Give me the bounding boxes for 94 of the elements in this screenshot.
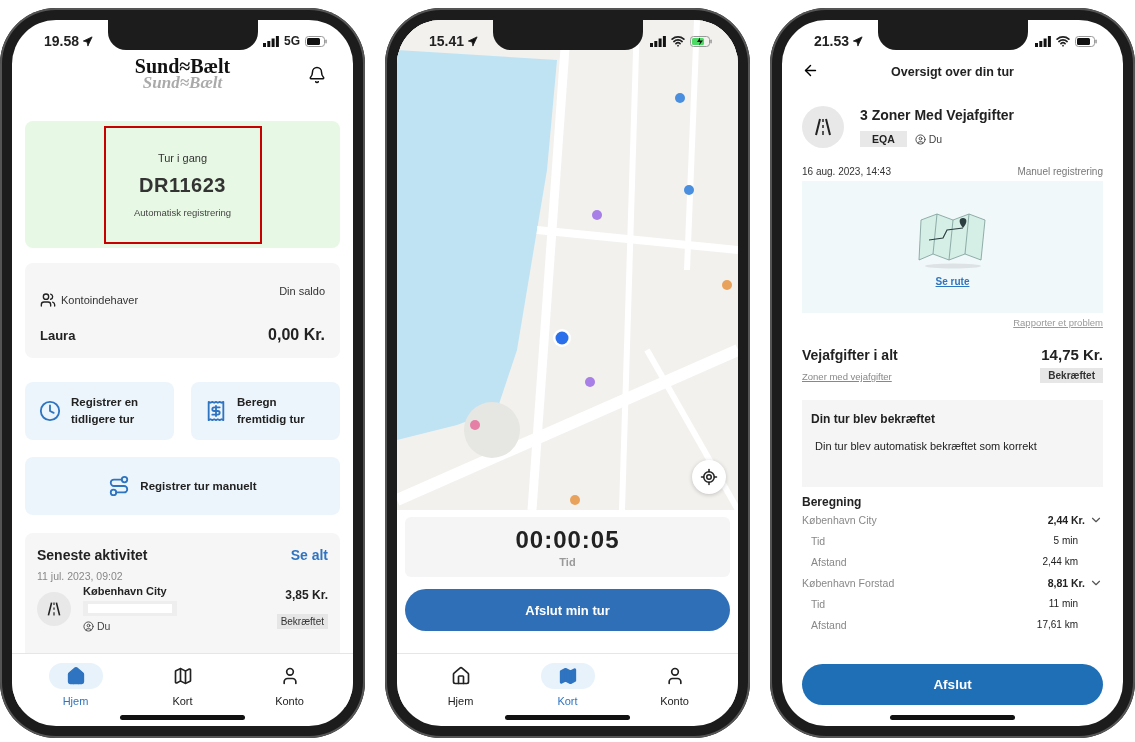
tab[interactable]: Konto (634, 663, 715, 707)
registration-type: Manuel registrering (1017, 166, 1103, 177)
home-icon (450, 666, 471, 686)
road-icon (813, 117, 833, 137)
notifications-button[interactable] (308, 66, 326, 84)
back-arrow-icon (802, 62, 819, 79)
see-route-link[interactable]: Se rute (935, 275, 970, 287)
poi-marker[interactable] (585, 377, 595, 387)
signal-icon (650, 35, 666, 47)
zone-name: København City (83, 585, 168, 597)
tab[interactable]: Kort (527, 663, 608, 707)
status-tag: Bekræftet (276, 614, 328, 629)
poi-marker[interactable] (470, 420, 480, 430)
planetarium-building (464, 402, 520, 458)
total-label: Vejafgifter i alt (802, 346, 899, 363)
user-icon (83, 620, 94, 632)
home-icon (65, 666, 86, 686)
signal-icon (263, 35, 279, 47)
route-icon (108, 475, 131, 497)
notice-title: Din tur blev bekræftet (811, 412, 937, 426)
clock-icon (39, 400, 61, 422)
tab[interactable]: Hjem (420, 663, 501, 707)
wifi-icon (1056, 34, 1070, 48)
tab[interactable]: Kort (142, 663, 223, 707)
location-arrow-icon (467, 35, 479, 47)
user-icon (914, 133, 926, 145)
bell-icon (308, 66, 326, 84)
registration-mode: Automatisk registrering (133, 206, 232, 218)
holder-label: Kontoindehaver (61, 294, 139, 307)
map-icon (557, 666, 578, 686)
plate-tag: EQA (860, 131, 907, 147)
section-title: Beregning (802, 495, 863, 509)
back-button[interactable] (802, 62, 819, 79)
timer-value: 00:00:05 (515, 526, 620, 554)
total-amount: 14,75 Kr. (1040, 346, 1103, 363)
tab[interactable]: Konto (249, 663, 330, 707)
detail-value: 11 min (1048, 598, 1078, 609)
trip-date: 16 aug. 2023, 14:43 (802, 166, 891, 177)
trip-status: Tur i gang (157, 151, 208, 164)
section-title: Seneste aktivitet (37, 547, 148, 563)
detail-value: 17,61 km (1036, 619, 1078, 630)
detail-value: 5 min (1053, 535, 1078, 546)
action-button[interactable]: Beregn fremtidig tur (191, 382, 340, 440)
holder-name: Laura (40, 327, 76, 343)
end-trip-button[interactable]: Afslut min tur (405, 589, 730, 631)
status-time: 21.53 (814, 33, 864, 49)
receipt-icon (205, 400, 227, 422)
zone-amount: 8,81 Kr. (1047, 576, 1085, 589)
report-problem-link[interactable]: Rapporter et problem (1013, 317, 1103, 328)
timer-label: Tid (559, 556, 576, 568)
status-time: 15.41 (429, 33, 479, 49)
current-location-dot (553, 329, 571, 347)
logo-text: Sund≈Bælt (134, 56, 231, 76)
screen-title: Oversigt over din tur (891, 65, 1014, 79)
poi-marker[interactable] (592, 210, 602, 220)
signal-icon (1035, 35, 1051, 47)
detail-label: Tid (811, 597, 826, 610)
notice-text: Din tur blev automatisk bekræftet som korrekt (814, 440, 1038, 452)
zones-link[interactable]: Zoner med vejafgifter (802, 371, 892, 382)
see-all-link[interactable]: Se alt (290, 547, 328, 563)
locate-icon (700, 468, 718, 486)
location-arrow-icon (82, 35, 94, 47)
logo-reflection: Sund≈Bælt (142, 74, 223, 91)
poi-marker[interactable] (675, 93, 685, 103)
user-name: Du (928, 133, 943, 145)
status-time: 19.58 (44, 33, 94, 49)
zone-name: København Forstad (802, 576, 895, 589)
zone-name: København City (802, 513, 877, 526)
detail-label: Tid (811, 534, 826, 547)
activity-date: 11 jul. 2023, 09:02 (37, 570, 124, 582)
map-icon (172, 666, 193, 686)
action-button[interactable]: Registrer tur manuelt (25, 457, 340, 515)
balance-amount: 0,00 Kr. (268, 325, 325, 345)
poi-marker[interactable] (684, 185, 694, 195)
road-icon (46, 600, 62, 617)
license-plate: DR11623 (139, 173, 226, 197)
network-label: 5G (284, 34, 300, 48)
action-button[interactable]: Registrer en tidligere tur (25, 382, 174, 440)
tab[interactable]: Hjem (35, 663, 116, 707)
location-arrow-icon (852, 35, 864, 47)
finish-button[interactable]: Afslut (802, 664, 1103, 705)
people-icon (40, 292, 56, 309)
poi-marker[interactable] (570, 495, 580, 505)
status-tag: Bekræftet (1040, 367, 1103, 383)
trip-title: 3 Zoner Med Vejafgifter (860, 107, 1015, 123)
balance-label: Din saldo (278, 285, 325, 299)
trip-amount: 3,85 Kr. (285, 588, 328, 602)
poi-marker[interactable] (722, 280, 732, 290)
detail-label: Afstand (811, 618, 847, 631)
wifi-icon (671, 34, 685, 48)
detail-label: Afstand (811, 555, 847, 568)
zone-amount: 2,44 Kr. (1047, 513, 1085, 526)
user-name: Du (97, 620, 111, 632)
detail-value: 2,44 km (1042, 556, 1078, 567)
